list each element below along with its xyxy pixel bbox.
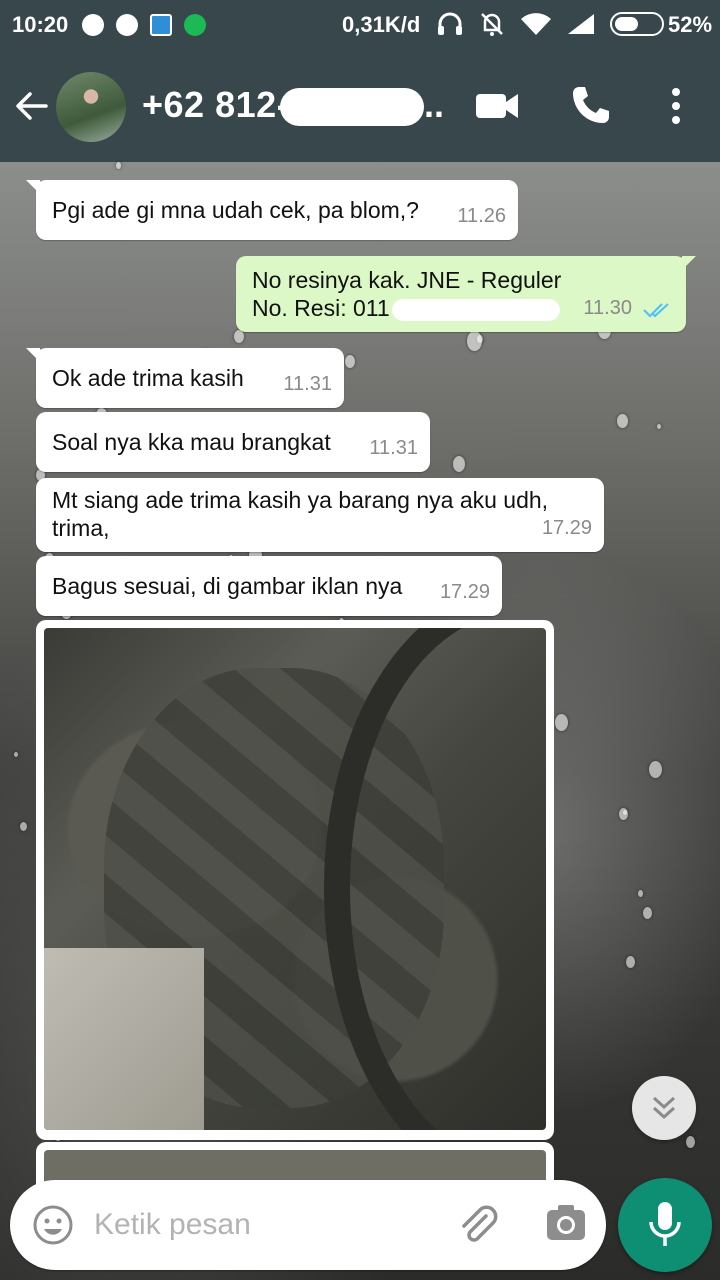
- message-time: 11.31: [369, 437, 418, 459]
- wifi-icon: [521, 13, 551, 36]
- phone-call-icon[interactable]: [570, 84, 612, 126]
- bubble-tail: [26, 348, 40, 362]
- raindrop: [657, 424, 661, 429]
- bubble-tail: [682, 256, 696, 270]
- message-text: No resinya kak. JNE - Reguler No. Resi: …: [252, 266, 561, 322]
- contact-name-suffix: ..: [424, 84, 445, 125]
- raindrop: [643, 907, 652, 919]
- tire-photo[interactable]: [44, 628, 546, 1130]
- message-text: Ok ade trima kasih: [52, 365, 244, 391]
- emoji-icon[interactable]: [32, 1204, 74, 1246]
- paperclip-icon[interactable]: [456, 1202, 500, 1246]
- microphone-icon: [649, 1202, 681, 1246]
- spotify-icon: [184, 14, 206, 36]
- message-text: Mt siang ade trima kasih ya barang nya a…: [52, 486, 548, 542]
- message-incoming[interactable]: Pgi ade gi mna udah cek, pa blom,? 11.26: [26, 180, 518, 240]
- battery-icon: [610, 12, 664, 36]
- contact-avatar[interactable]: [56, 72, 126, 142]
- muted-bell-icon: [481, 13, 503, 36]
- message-time: 11.26: [457, 205, 506, 227]
- raindrop: [649, 761, 662, 778]
- message-outgoing[interactable]: No resinya kak. JNE - Reguler No. Resi: …: [236, 256, 696, 332]
- raindrop: [116, 162, 121, 169]
- raindrop: [555, 714, 568, 731]
- message-line-1: Mt siang ade trima kasih ya barang nya a…: [52, 487, 549, 513]
- messenger-icon: [116, 14, 138, 36]
- message-text: Bagus sesuai, di gambar iklan nya: [52, 573, 403, 599]
- notification-icons: [82, 14, 206, 36]
- raindrop: [638, 890, 643, 897]
- whatsapp-icon: [82, 14, 104, 36]
- image-message[interactable]: [36, 620, 554, 1140]
- message-incoming[interactable]: Ok ade trima kasih 11.31: [26, 348, 344, 408]
- message-incoming[interactable]: Bagus sesuai, di gambar iklan nya 17.29: [36, 556, 502, 616]
- system-icons: [436, 10, 664, 38]
- message-line-2: No. Resi: 011: [252, 295, 390, 321]
- floor-area: [44, 948, 204, 1130]
- message-time: 11.30: [583, 297, 632, 319]
- raindrop: [617, 414, 628, 428]
- raindrop: [453, 456, 465, 472]
- video-call-icon[interactable]: [474, 90, 520, 122]
- bubble-tail: [26, 180, 40, 194]
- message-time: 11.31: [283, 373, 332, 395]
- signal-icon: [568, 14, 594, 34]
- redacted-receipt-number: [391, 298, 560, 321]
- raindrop: [626, 956, 635, 968]
- raindrop: [234, 330, 244, 343]
- scroll-to-bottom-button[interactable]: [632, 1076, 696, 1140]
- message-composer: [10, 1180, 606, 1270]
- redacted-number: [280, 88, 424, 126]
- raindrop: [467, 331, 482, 351]
- message-input[interactable]: [94, 1200, 434, 1250]
- battery-percent: 52%: [668, 12, 713, 37]
- voice-record-button[interactable]: [618, 1178, 712, 1272]
- raindrop: [686, 1136, 695, 1148]
- contact-name[interactable]: +62 812-: [142, 84, 289, 126]
- upload-icon: [150, 14, 172, 36]
- double-chevron-down-icon: [652, 1096, 676, 1120]
- message-incoming[interactable]: Mt siang ade trima kasih ya barang nya a…: [36, 478, 604, 552]
- raindrop: [619, 808, 628, 820]
- raindrop: [14, 752, 18, 757]
- read-receipt-icon: [643, 303, 669, 318]
- message-incoming[interactable]: Soal nya kka mau brangkat 11.31: [36, 412, 430, 472]
- headset-icon: [438, 12, 462, 35]
- network-speed: 0,31K/d: [342, 12, 421, 37]
- status-bar: 10:20 0,31K/d 52%: [0, 0, 720, 50]
- chat-header: +62 812- ..: [0, 50, 720, 162]
- message-time: 17.29: [439, 581, 490, 603]
- status-time: 10:20: [12, 12, 69, 37]
- message-line-1: No resinya kak. JNE - Reguler: [252, 267, 562, 293]
- message-line-2: trima,: [52, 515, 110, 541]
- message-text: Soal nya kka mau brangkat: [52, 429, 331, 455]
- raindrop: [345, 355, 355, 368]
- back-arrow-icon[interactable]: [14, 88, 50, 124]
- more-options-icon[interactable]: [662, 86, 690, 126]
- message-text: Pgi ade gi mna udah cek, pa blom,?: [52, 197, 419, 223]
- camera-icon[interactable]: [544, 1202, 588, 1246]
- message-time: 17.29: [541, 517, 592, 539]
- raindrop: [20, 822, 27, 831]
